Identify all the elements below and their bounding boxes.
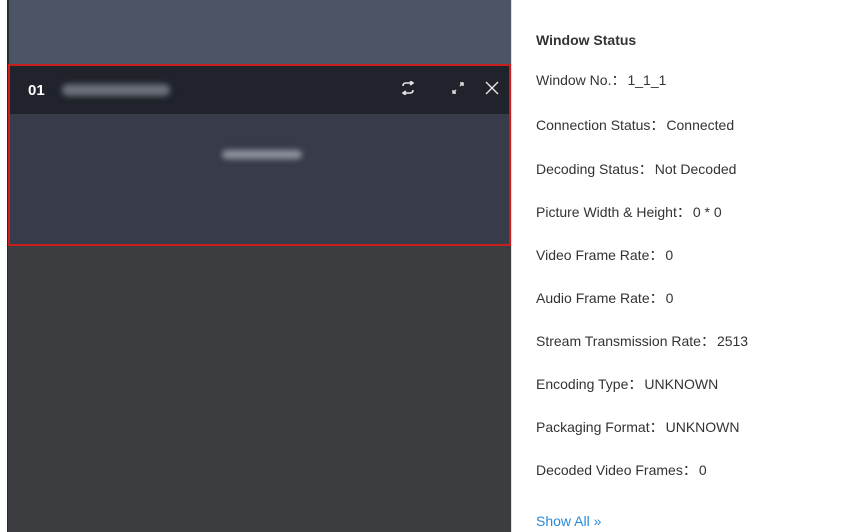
window-number: 01 [28, 82, 45, 99]
status-value: UNKNOWN [644, 376, 719, 392]
status-row-decoded-frames: Decoded Video Frames： 0 [536, 460, 707, 480]
video-area: 01 [0, 0, 512, 532]
left-edge-line [7, 0, 8, 532]
status-separator: ： [676, 204, 691, 220]
status-label: Encoding Type [536, 376, 629, 392]
status-row-packaging-format: Packaging Format： UNKNOWN [536, 417, 740, 437]
status-separator: ： [611, 72, 626, 88]
status-row-video-frame-rate: Video Frame Rate： 0 [536, 245, 673, 265]
status-separator: ： [649, 419, 664, 435]
status-separator: ： [650, 117, 665, 133]
status-label: Decoding Status [536, 161, 639, 177]
status-label: Stream Transmission Rate [536, 333, 701, 349]
status-separator: ： [649, 247, 664, 263]
status-row-connection: Connection Status： Connected [536, 115, 734, 135]
status-separator: ： [649, 290, 664, 306]
window-content-blurred [222, 150, 302, 159]
status-row-audio-frame-rate: Audio Frame Rate： 0 [536, 288, 673, 308]
status-label: Connection Status [536, 117, 651, 133]
expand-icon[interactable] [446, 76, 470, 100]
video-window-body [10, 114, 509, 244]
refresh-icon[interactable] [396, 76, 420, 100]
status-value: Connected [666, 117, 735, 133]
status-row-picture-size: Picture Width & Height： 0 * 0 [536, 202, 722, 222]
status-label: Window No. [536, 72, 612, 88]
window-name-blurred [62, 84, 170, 96]
status-separator: ： [628, 376, 643, 392]
window-status-panel: Window Status Window No.： 1_1_1 Connectio… [511, 0, 853, 532]
status-label: Decoded Video Frames [536, 462, 683, 478]
close-icon[interactable] [480, 76, 504, 100]
status-value: 0 [698, 462, 707, 478]
status-value: Not Decoded [654, 161, 737, 177]
status-row-encoding-type: Encoding Type： UNKNOWN [536, 374, 718, 394]
status-separator: ： [638, 161, 653, 177]
status-value: 1_1_1 [627, 72, 667, 88]
status-label: Video Frame Rate [536, 247, 650, 263]
status-label: Packaging Format [536, 419, 650, 435]
status-panel-title: Window Status [536, 32, 637, 48]
status-value: 0 * 0 [692, 204, 722, 220]
status-value: 0 [665, 247, 674, 263]
video-window-header: 01 [10, 66, 509, 114]
status-row-decoding: Decoding Status： Not Decoded [536, 159, 736, 179]
app-root: 01 Window Status Window No.： 1_1_1 Conne… [0, 0, 853, 532]
video-top-strip [8, 0, 512, 64]
status-label: Picture Width & Height [536, 204, 677, 220]
status-row-window-no: Window No.： 1_1_1 [536, 70, 666, 90]
status-separator: ： [700, 333, 715, 349]
status-label: Audio Frame Rate [536, 290, 650, 306]
status-value: 2513 [716, 333, 749, 349]
show-all-link[interactable]: Show All » [536, 513, 601, 529]
status-row-stream-rate: Stream Transmission Rate： 2513 [536, 331, 748, 351]
status-value: UNKNOWN [665, 419, 740, 435]
status-value: 0 [665, 290, 674, 306]
status-separator: ： [682, 462, 697, 478]
video-window-selected[interactable]: 01 [8, 64, 511, 246]
